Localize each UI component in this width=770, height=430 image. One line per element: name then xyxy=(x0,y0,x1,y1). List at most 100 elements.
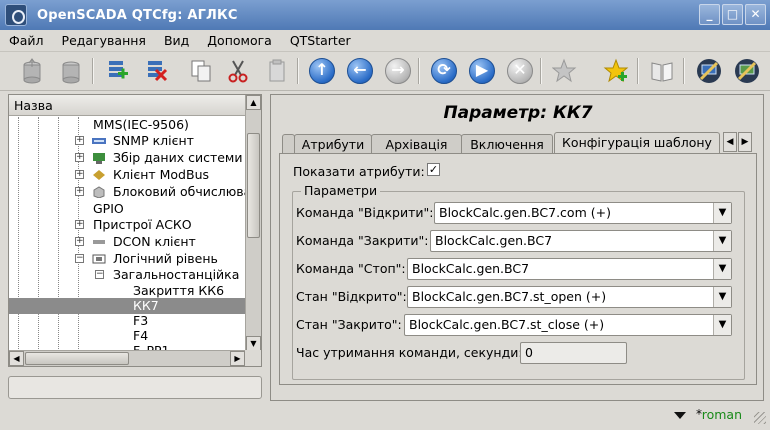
tree-item[interactable]: + DCON клієнт xyxy=(9,234,245,250)
tab-attributes[interactable]: Атрибути xyxy=(294,134,372,154)
menu-edit[interactable]: Редагування xyxy=(62,33,146,48)
db-load-icon[interactable] xyxy=(17,56,47,86)
open-state-select[interactable]: BlockCalc.gen.BC7.st_open (+) ▼ xyxy=(407,286,732,308)
start-icon[interactable]: ▶ xyxy=(467,56,497,86)
dropdown-icon[interactable] xyxy=(674,412,686,419)
tab-bar: Атрибути Архівація Включення Конфігураці… xyxy=(282,132,764,155)
tree-panel: Назва MMS(IEC-9506) + SNMP клієнт + Збір… xyxy=(8,94,262,367)
close-state-select[interactable]: BlockCalc.gen.BC7.st_close (+) ▼ xyxy=(404,314,732,336)
expand-icon[interactable]: + xyxy=(75,237,84,246)
tree-horizontal-scrollbar[interactable]: ◀ ▶ xyxy=(9,350,245,366)
tree-item-selected[interactable]: КК7 xyxy=(9,298,245,314)
tree-item[interactable]: F4 xyxy=(9,328,245,344)
resize-grip-icon[interactable] xyxy=(754,412,766,424)
expand-icon[interactable]: + xyxy=(75,153,84,162)
show-attributes-checkbox[interactable]: ✓ xyxy=(427,163,440,176)
chevron-down-icon[interactable]: ▼ xyxy=(713,259,731,279)
tree-item[interactable]: F3 xyxy=(9,313,245,329)
favorites-icon[interactable] xyxy=(552,56,582,86)
menu-qtstarter[interactable]: QTStarter xyxy=(290,33,351,48)
copy-icon[interactable] xyxy=(186,56,216,86)
scroll-left-icon[interactable]: ◀ xyxy=(9,351,24,366)
chevron-down-icon[interactable]: ▼ xyxy=(713,231,731,251)
menu-view[interactable]: Вид xyxy=(164,33,189,48)
vcs-engine-icon[interactable] xyxy=(694,56,724,86)
modbus-icon xyxy=(92,169,106,181)
system-icon xyxy=(92,152,106,164)
tree-item[interactable]: MMS(IEC-9506) xyxy=(9,117,245,133)
maximize-button[interactable]: □ xyxy=(722,4,743,25)
refresh-icon[interactable]: ⟳ xyxy=(429,56,459,86)
db-save-icon[interactable] xyxy=(56,56,86,86)
block-icon xyxy=(92,186,106,199)
main-panel: Параметр: КК7 Атрибути Архівація Включен… xyxy=(270,94,764,401)
title-bar: OpenSCADA QTCfg: АГЛКС _ □ ✕ xyxy=(0,0,770,30)
chevron-down-icon[interactable]: ▼ xyxy=(713,287,731,307)
expand-icon[interactable]: + xyxy=(75,187,84,196)
close-button[interactable]: ✕ xyxy=(745,4,766,25)
scroll-down-icon[interactable]: ▼ xyxy=(246,336,261,351)
tab-template-config[interactable]: Конфігурація шаблону xyxy=(554,132,720,155)
scroll-right-icon[interactable]: ▶ xyxy=(230,351,245,366)
tree-item[interactable]: + Клієнт ModBus xyxy=(9,167,245,183)
menu-file[interactable]: Файл xyxy=(9,33,44,48)
dcon-icon xyxy=(92,236,106,248)
tree-item[interactable]: + SNMP клієнт xyxy=(9,133,245,149)
tab-scroll-right-icon[interactable]: ▶ xyxy=(738,132,752,152)
stop-command-select[interactable]: BlockCalc.gen.BC7 ▼ xyxy=(407,258,732,280)
tab-scroll-left-icon[interactable]: ◀ xyxy=(723,132,737,152)
tab-inclusion[interactable]: Включення xyxy=(461,134,553,154)
expand-icon[interactable]: + xyxy=(75,170,84,179)
logic-icon xyxy=(92,253,106,265)
tree-item[interactable]: + Блоковий обчислювач xyxy=(9,184,245,200)
tree-item[interactable]: + Пристрої АСКО xyxy=(9,217,245,233)
forward-icon[interactable]: → xyxy=(383,56,413,86)
tree-item[interactable]: − Логічний рівень xyxy=(9,251,245,267)
tree-column-header[interactable]: Назва xyxy=(9,95,245,116)
up-icon[interactable]: ↑ xyxy=(307,56,337,86)
graphic-editor-icon[interactable] xyxy=(732,56,762,86)
back-icon[interactable]: ← xyxy=(345,56,375,86)
field-label: Стан "Відкрито": xyxy=(296,289,407,304)
status-bar: * roman xyxy=(0,404,770,426)
manual-icon[interactable] xyxy=(647,56,677,86)
close-command-select[interactable]: BlockCalc.gen.BC7 ▼ xyxy=(430,230,732,252)
field-label: Команда "Закрити": xyxy=(296,233,429,248)
tree-item[interactable]: GPIO xyxy=(9,201,245,217)
minimize-button[interactable]: _ xyxy=(699,4,720,25)
collapse-icon[interactable]: − xyxy=(95,270,104,279)
hold-time-input[interactable]: 0 xyxy=(520,342,627,364)
scroll-up-icon[interactable]: ▲ xyxy=(246,95,261,110)
tree-item[interactable]: + Збір даних системи xyxy=(9,150,245,166)
scroll-thumb[interactable] xyxy=(25,352,129,365)
stop-icon[interactable]: ✕ xyxy=(505,56,535,86)
menu-bar: Файл Редагування Вид Допомога QTStarter xyxy=(0,30,770,50)
add-item-icon[interactable] xyxy=(102,56,132,86)
tree-vertical-scrollbar[interactable]: ▲ ▼ xyxy=(245,95,261,351)
expand-icon[interactable]: + xyxy=(75,136,84,145)
paste-icon[interactable] xyxy=(262,56,292,86)
app-icon xyxy=(5,4,27,26)
field-label: Стан "Закрито": xyxy=(296,317,402,332)
hold-time-label: Час утримання команди, секунди: xyxy=(296,345,523,360)
user-name[interactable]: roman xyxy=(702,407,742,422)
delete-item-icon[interactable] xyxy=(141,56,171,86)
field-label: Команда "Відкрити": xyxy=(296,205,434,220)
chevron-down-icon[interactable]: ▼ xyxy=(713,315,731,335)
toolbar: ↑ ← → ⟳ ▶ ✕ xyxy=(0,51,770,91)
open-command-select[interactable]: BlockCalc.gen.BC7.com (+) ▼ xyxy=(434,202,732,224)
cut-icon[interactable] xyxy=(223,56,253,86)
field-label: Команда "Стоп": xyxy=(296,261,406,276)
scroll-thumb[interactable] xyxy=(247,133,260,238)
favorites-add-icon[interactable] xyxy=(601,56,631,86)
menu-help[interactable]: Допомога xyxy=(207,33,272,48)
tab-archiving[interactable]: Архівація xyxy=(371,134,462,154)
chevron-down-icon[interactable]: ▼ xyxy=(713,203,731,223)
collapse-icon[interactable]: − xyxy=(75,254,84,263)
expand-icon[interactable]: + xyxy=(75,220,84,229)
tree-item[interactable]: Закриття КК6 xyxy=(9,283,245,299)
snmp-icon xyxy=(92,135,106,147)
info-field xyxy=(8,376,262,399)
tree-item[interactable]: − Загальностанційка xyxy=(9,267,245,283)
window-title: OpenSCADA QTCfg: АГЛКС xyxy=(37,7,238,23)
